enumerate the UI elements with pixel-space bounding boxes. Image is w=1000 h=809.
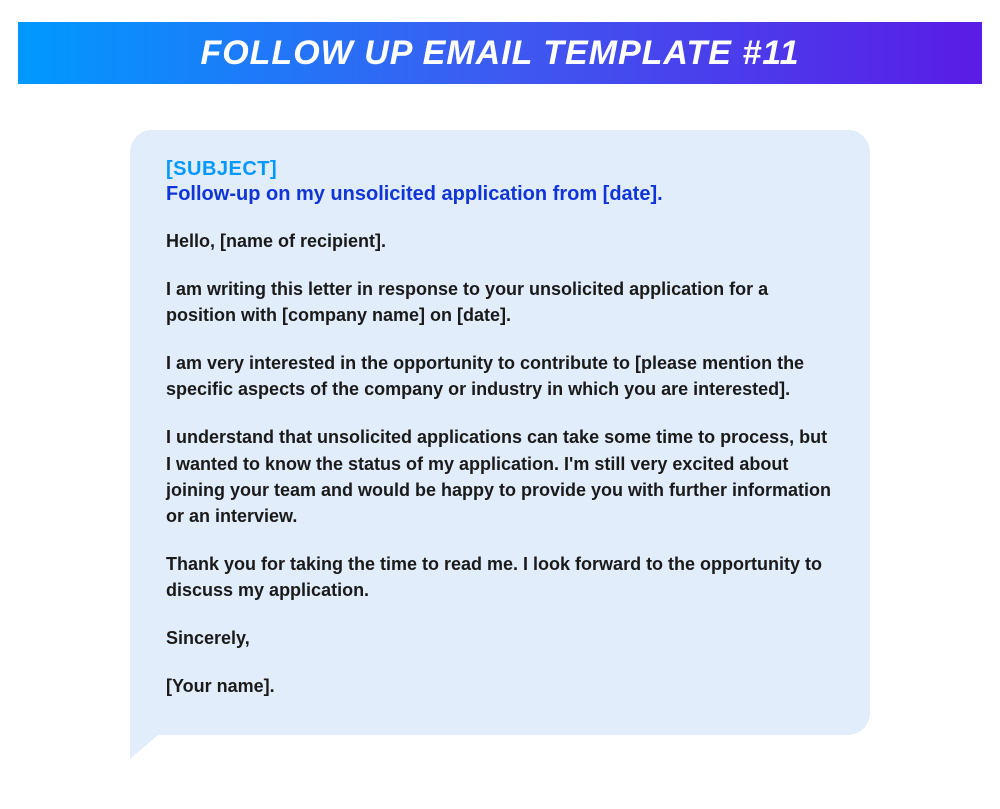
header-banner: FOLLOW UP EMAIL TEMPLATE #11 (18, 22, 982, 84)
email-paragraph-2: I am very interested in the opportunity … (166, 350, 834, 402)
email-body: Hello, [name of recipient]. I am writing… (166, 228, 834, 699)
email-signature: [Your name]. (166, 673, 834, 699)
email-paragraph-1: I am writing this letter in response to … (166, 276, 834, 328)
email-paragraph-4: Thank you for taking the time to read me… (166, 551, 834, 603)
email-closing: Sincerely, (166, 625, 834, 651)
email-greeting: Hello, [name of recipient]. (166, 228, 834, 254)
subject-label: [SUBJECT] (166, 158, 834, 181)
subject-line: Follow-up on my unsolicited application … (166, 183, 834, 206)
header-title: FOLLOW UP EMAIL TEMPLATE #11 (200, 34, 799, 73)
email-paragraph-3: I understand that unsolicited applicatio… (166, 424, 834, 528)
email-template-card: [SUBJECT] Follow-up on my unsolicited ap… (130, 130, 870, 735)
